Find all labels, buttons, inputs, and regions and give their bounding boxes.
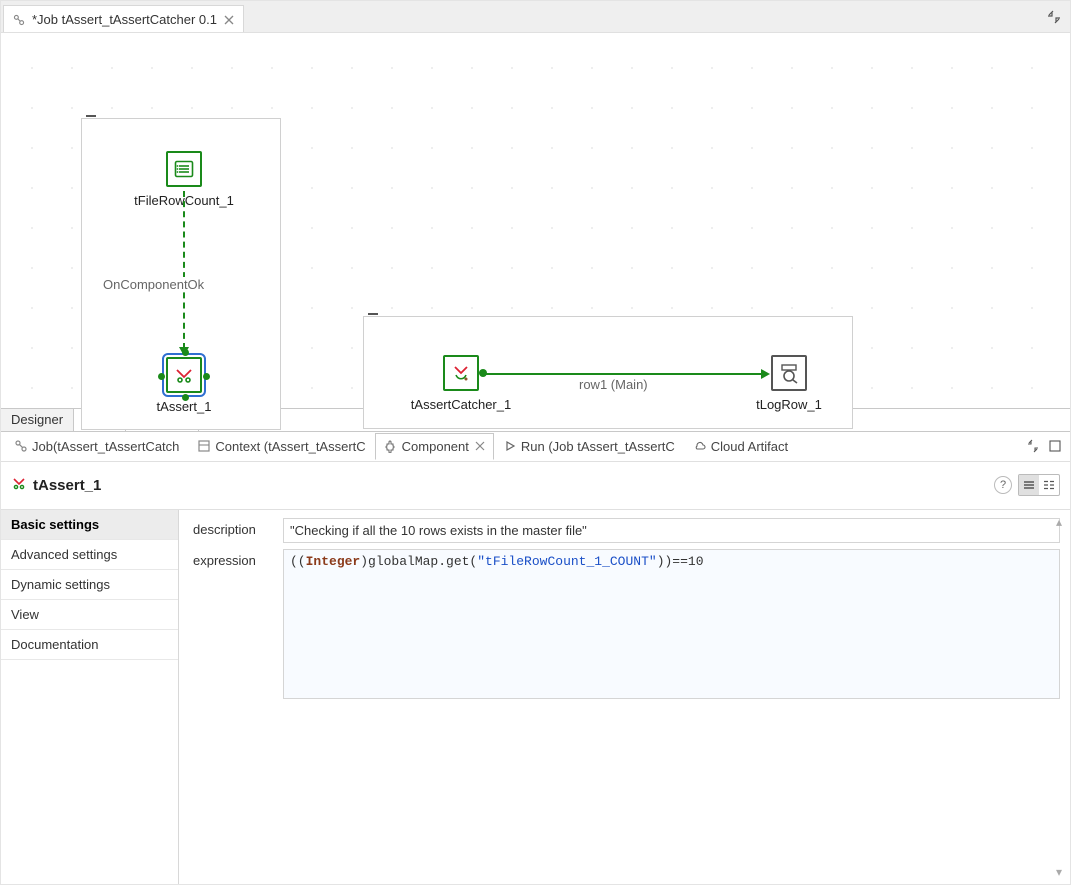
link-icon (14, 439, 28, 453)
file-rows-icon (166, 151, 202, 187)
view-tab-label: Component (402, 439, 469, 454)
view-tab-job[interactable]: Job(tAssert_tAssertCatch (5, 433, 188, 460)
nav-documentation[interactable]: Documentation (1, 630, 178, 660)
tab-designer[interactable]: Designer (1, 409, 74, 431)
nav-dynamic-settings[interactable]: Dynamic settings (1, 570, 178, 600)
close-icon[interactable] (475, 441, 485, 451)
editor-tab-job[interactable]: *Job tAssert_tAssertCatcher 0.1 (3, 5, 244, 32)
view-tab-cloud[interactable]: Cloud Artifact (684, 433, 797, 460)
editor-tab-title: *Job tAssert_tAssertCatcher 0.1 (32, 12, 217, 27)
view-mode-compact-icon[interactable] (1039, 475, 1059, 495)
component-tlogrow[interactable]: tLogRow_1 (749, 355, 829, 412)
view-tab-component[interactable]: Component (375, 433, 494, 460)
scroll-up-icon[interactable]: ▴ (1056, 516, 1062, 528)
scrollbar[interactable]: ▴ ▾ (1052, 516, 1066, 879)
label-expression: expression (193, 549, 283, 568)
view-tab-label: Cloud Artifact (711, 439, 788, 454)
connector-label-oncomponentok: OnComponentOk (101, 277, 206, 292)
connector-oncomponentok[interactable] (183, 191, 185, 349)
properties-form: description expression ((Integer)globalM… (179, 510, 1070, 885)
play-icon (503, 439, 517, 453)
connector-start-dot (479, 369, 487, 377)
nav-basic-settings[interactable]: Basic settings (1, 510, 178, 540)
component-label: tAssertCatcher_1 (401, 397, 521, 412)
restore-icon[interactable] (1024, 437, 1042, 455)
assert-catcher-icon (443, 355, 479, 391)
minimize-icon[interactable] (1044, 7, 1064, 27)
description-input[interactable] (283, 518, 1060, 543)
view-mode-list-icon[interactable] (1019, 475, 1039, 495)
properties-header: tAssert_1 ? (1, 462, 1070, 510)
view-tab-label: Context (tAssert_tAssertC (215, 439, 365, 454)
view-tab-label: Job(tAssert_tAssertCatch (32, 439, 179, 454)
properties-body: Basic settings Advanced settings Dynamic… (1, 510, 1070, 885)
link-icon (12, 13, 26, 27)
label-description: description (193, 518, 283, 537)
log-row-icon (771, 355, 807, 391)
component-label: tAssert_1 (149, 399, 219, 414)
component-label: tLogRow_1 (749, 397, 829, 412)
assert-icon (11, 475, 27, 495)
view-tab-bar: Job(tAssert_tAssertCatch Context (tAsser… (1, 432, 1070, 462)
component-name: tAssert_1 (33, 477, 101, 494)
connector-row1[interactable] (483, 373, 763, 375)
nav-advanced-settings[interactable]: Advanced settings (1, 540, 178, 570)
properties-nav: Basic settings Advanced settings Dynamic… (1, 510, 179, 885)
view-tab-context[interactable]: Context (tAssert_tAssertC (188, 433, 374, 460)
design-canvas[interactable]: tFileRowCount_1 OnComponentOk tAssert_1 (1, 33, 1070, 408)
expression-input[interactable]: ((Integer)globalMap.get("tFileRowCount_1… (283, 549, 1060, 699)
scroll-down-icon[interactable]: ▾ (1056, 866, 1062, 878)
view-tab-run[interactable]: Run (Job tAssert_tAssertC (494, 433, 684, 460)
nav-view[interactable]: View (1, 600, 178, 630)
maximize-icon[interactable] (1046, 437, 1064, 455)
close-icon[interactable] (223, 14, 235, 26)
editor-tab-bar: *Job tAssert_tAssertCatcher 0.1 (1, 1, 1070, 33)
view-tab-label: Run (Job tAssert_tAssertC (521, 439, 675, 454)
assert-icon (166, 357, 202, 393)
help-icon[interactable]: ? (994, 476, 1012, 494)
puzzle-icon (384, 439, 398, 453)
component-tassertcatcher[interactable]: tAssertCatcher_1 (401, 355, 521, 412)
connector-label-row1: row1 (Main) (577, 377, 650, 392)
context-icon (197, 439, 211, 453)
component-tassert[interactable]: tAssert_1 (149, 357, 219, 414)
cloud-icon (693, 439, 707, 453)
